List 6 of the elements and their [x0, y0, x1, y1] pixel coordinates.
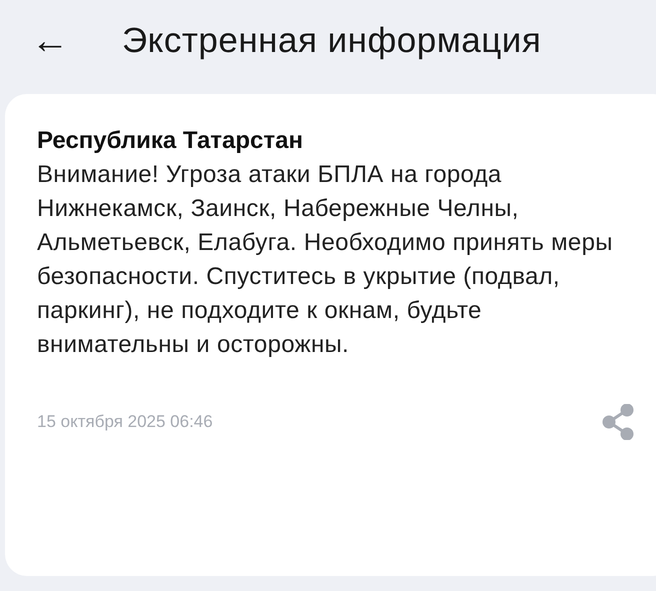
page-title: Экстренная информация: [122, 20, 542, 62]
alert-region: Республика Татарстан: [37, 126, 304, 156]
alert-message: Внимание! Угроза атаки БПЛА на города Нижнекамск, Заинск, Набережные Челны, Альметьевск, Елабуга. Необходимо принять меры безопасности. Спуститесь в укрытие (подвал, паркинг), не подходите к окнам, будьте внимательны и осторожны.: [37, 160, 614, 360]
share-icon[interactable]: [601, 404, 635, 440]
back-button[interactable]: ←: [30, 22, 70, 60]
alert-date: 15 октября 2025 06:46: [37, 411, 213, 434]
